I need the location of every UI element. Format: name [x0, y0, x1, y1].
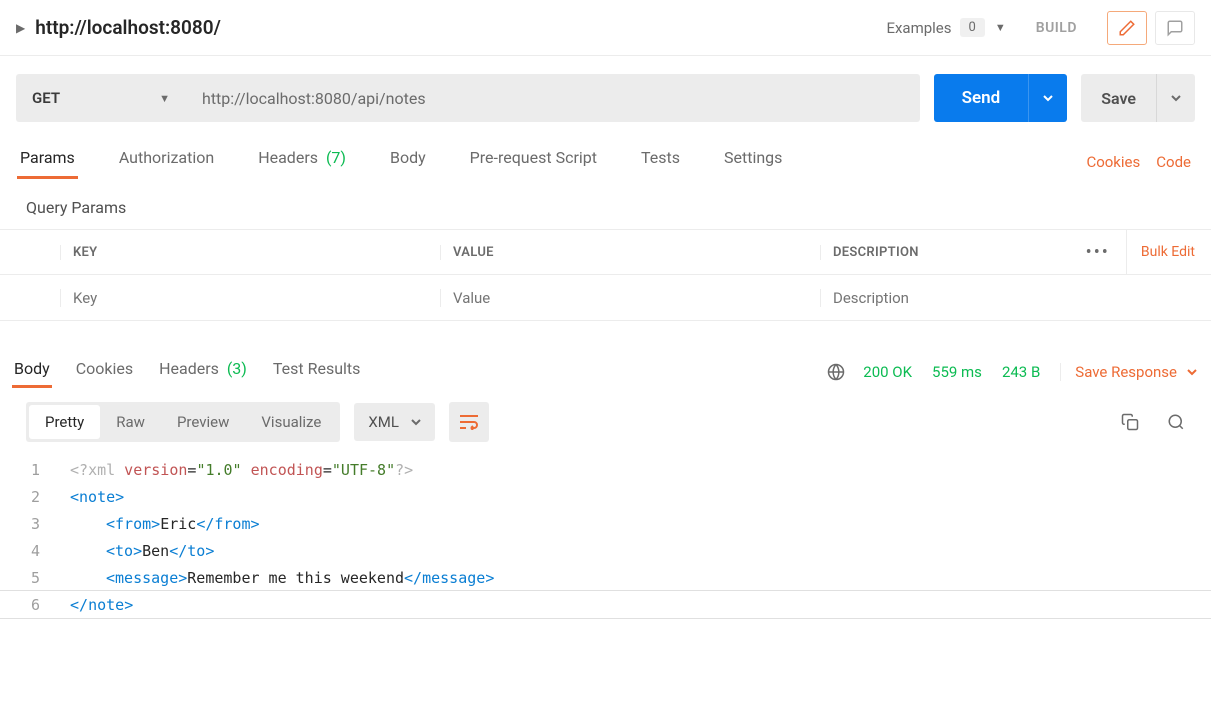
params-row: [0, 275, 1211, 321]
resp-headers-count: (3): [223, 359, 247, 378]
code-link[interactable]: Code: [1156, 153, 1191, 171]
save-response-dropdown[interactable]: Save Response: [1060, 363, 1197, 381]
value-input[interactable]: [453, 289, 820, 307]
comment-icon-button[interactable]: [1155, 11, 1195, 45]
resp-tab-headers[interactable]: Headers (3): [159, 359, 247, 384]
request-tabs: Params Authorization Headers (7) Body Pr…: [0, 140, 1211, 184]
save-label: Save: [1081, 74, 1156, 122]
line-number: 4: [0, 542, 70, 560]
comment-icon: [1166, 19, 1184, 37]
caret-down-icon: [1043, 93, 1053, 103]
build-label: BUILD: [1036, 20, 1077, 36]
tab-prerequest[interactable]: Pre-request Script: [470, 148, 597, 177]
line-number: 3: [0, 515, 70, 533]
format-label: XML: [368, 413, 399, 431]
tab-tests[interactable]: Tests: [641, 148, 680, 177]
send-label: Send: [934, 74, 1029, 122]
url-input-wrapper[interactable]: [186, 74, 920, 122]
response-body[interactable]: 1<?xml version="1.0" encoding="UTF-8"?> …: [0, 452, 1211, 638]
tab-settings[interactable]: Settings: [724, 148, 782, 177]
params-header: KEY VALUE DESCRIPTION ••• Bulk Edit: [0, 229, 1211, 275]
resp-tab-testresults[interactable]: Test Results: [273, 359, 361, 384]
response-time: 559 ms: [932, 363, 982, 381]
url-input[interactable]: [202, 89, 904, 108]
tab-body[interactable]: Body: [390, 148, 426, 177]
resp-tab-cookies[interactable]: Cookies: [76, 359, 133, 384]
caret-down-icon: [1171, 93, 1181, 103]
view-mode-segment: Pretty Raw Preview Visualize: [26, 402, 340, 442]
line-number: 2: [0, 488, 70, 506]
view-bar: Pretty Raw Preview Visualize XML: [0, 392, 1211, 452]
tab-params[interactable]: Params: [20, 148, 75, 177]
send-button[interactable]: Send: [934, 74, 1068, 122]
save-button[interactable]: Save: [1081, 74, 1195, 122]
caret-down-icon: ▼: [159, 92, 170, 105]
edit-icon-button[interactable]: [1107, 11, 1147, 45]
title-bar: ▶ http://localhost:8080/ Examples 0 ▼ BU…: [0, 0, 1211, 56]
cookies-link[interactable]: Cookies: [1086, 153, 1140, 171]
more-icon[interactable]: •••: [1086, 242, 1110, 263]
line-number: 6: [0, 596, 70, 614]
pencil-icon: [1118, 19, 1136, 37]
key-header: KEY: [60, 245, 440, 260]
globe-icon[interactable]: [827, 363, 845, 381]
expand-icon[interactable]: ▶: [16, 21, 25, 35]
copy-icon[interactable]: [1121, 413, 1139, 431]
view-preview[interactable]: Preview: [161, 405, 245, 439]
headers-count: (7): [322, 148, 346, 167]
examples-label: Examples: [886, 19, 951, 37]
query-params-label: Query Params: [0, 184, 1211, 229]
resp-headers-label: Headers: [159, 359, 219, 378]
desc-header: DESCRIPTION: [820, 245, 1086, 260]
tab-headers[interactable]: Headers (7): [258, 148, 346, 177]
caret-down-icon: [411, 417, 421, 427]
status-code: 200 OK: [863, 363, 912, 381]
save-response-label: Save Response: [1075, 363, 1177, 381]
format-dropdown[interactable]: XML: [354, 403, 435, 441]
key-input[interactable]: [73, 289, 440, 307]
method-dropdown[interactable]: GET ▼: [16, 74, 186, 122]
caret-down-icon: [1187, 367, 1197, 377]
save-dropdown[interactable]: [1156, 74, 1195, 122]
bulk-edit-link[interactable]: Bulk Edit: [1126, 229, 1195, 275]
resp-tab-body[interactable]: Body: [14, 359, 50, 384]
view-visualize[interactable]: Visualize: [245, 405, 337, 439]
line-number: 5: [0, 569, 70, 587]
examples-count: 0: [960, 18, 985, 37]
search-icon[interactable]: [1167, 413, 1185, 431]
wrap-icon: [459, 414, 479, 430]
caret-down-icon: ▼: [995, 21, 1006, 34]
value-header: VALUE: [440, 245, 820, 260]
tab-authorization[interactable]: Authorization: [119, 148, 214, 177]
line-number: 1: [0, 461, 70, 479]
request-row: GET ▼ Send Save: [0, 56, 1211, 140]
tab-headers-label: Headers: [258, 148, 318, 167]
examples-dropdown[interactable]: Examples 0 ▼: [886, 18, 1005, 37]
response-size: 243 B: [1002, 363, 1040, 381]
send-dropdown[interactable]: [1028, 74, 1067, 122]
desc-input[interactable]: [833, 289, 1211, 307]
method-label: GET: [32, 89, 60, 107]
wrap-lines-button[interactable]: [449, 402, 489, 442]
view-pretty[interactable]: Pretty: [29, 405, 100, 439]
request-name[interactable]: http://localhost:8080/: [35, 16, 886, 39]
view-raw[interactable]: Raw: [100, 405, 161, 439]
response-tabs: Body Cookies Headers (3) Test Results 20…: [0, 341, 1211, 392]
